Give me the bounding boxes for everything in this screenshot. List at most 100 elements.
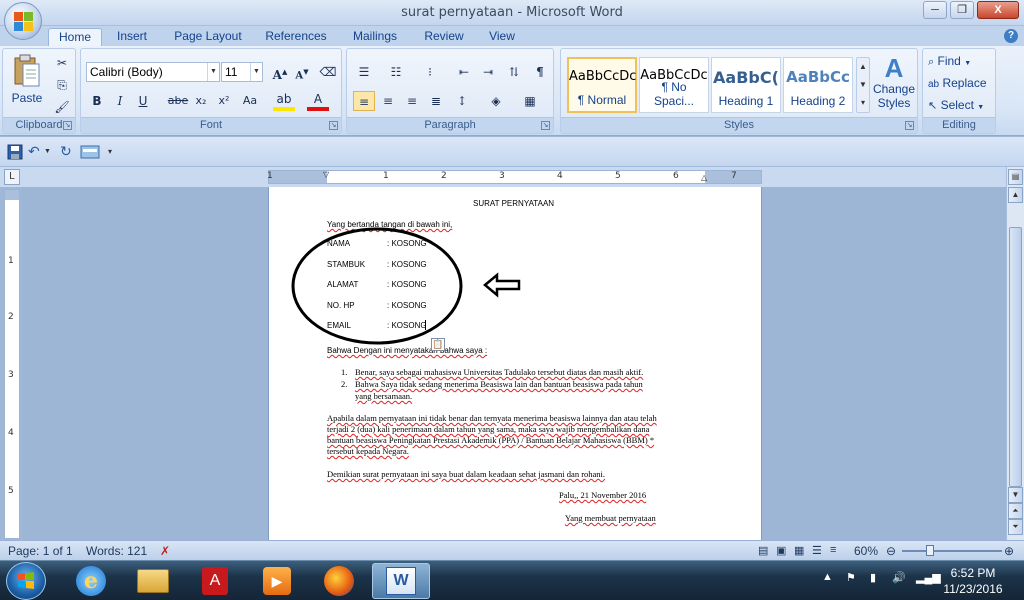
align-center-icon[interactable]: ≡ — [377, 91, 399, 111]
clipboard-launcher-icon[interactable]: ↘ — [63, 121, 72, 130]
grow-font-icon[interactable]: A▲ — [269, 62, 291, 82]
zoom-slider-track[interactable] — [902, 550, 1002, 552]
close-button[interactable]: X — [977, 1, 1019, 19]
action-center-icon[interactable]: ⚑ — [846, 571, 856, 584]
print-preview-icon[interactable] — [80, 143, 100, 161]
cut-icon[interactable]: ✂ — [51, 53, 73, 73]
underline-icon[interactable]: U — [132, 91, 154, 111]
proofing-icon[interactable]: ✗ — [160, 544, 170, 558]
tab-insert[interactable]: Insert — [108, 28, 156, 46]
replace-button[interactable]: ab Replace — [927, 75, 995, 93]
zoom-out-icon[interactable]: ⊖ — [886, 544, 896, 558]
zoom-in-icon[interactable]: ⊕ — [1004, 544, 1014, 558]
zoom-level[interactable]: 60% — [854, 544, 878, 558]
paste-button[interactable]: Paste — [7, 51, 47, 115]
view-ruler-icon[interactable]: ▤ — [1008, 169, 1023, 185]
tab-references[interactable]: References — [260, 28, 332, 46]
styles-launcher-icon[interactable]: ↘ — [905, 121, 914, 130]
styles-scroll[interactable]: ▲ ▼ ▾ — [856, 57, 870, 113]
multilevel-list-icon[interactable]: ⁝ — [419, 62, 441, 82]
clear-formatting-icon[interactable]: ⌫ — [317, 62, 339, 82]
network-icon[interactable]: ▂▄▆ — [916, 571, 941, 584]
taskbar-word[interactable]: W — [372, 563, 430, 599]
numbering-icon[interactable]: ☷ — [385, 62, 407, 82]
show-marks-icon[interactable]: ¶ — [529, 62, 551, 82]
change-case-icon[interactable]: Aa — [239, 91, 261, 111]
font-size-combo[interactable]: 11 ▼ — [221, 62, 263, 82]
zoom-slider-thumb[interactable] — [926, 545, 934, 556]
superscript-icon[interactable]: x² — [213, 91, 235, 111]
right-indent-icon[interactable]: △ — [701, 173, 707, 182]
change-styles-button[interactable]: A Change Styles — [871, 53, 917, 115]
taskbar-acrobat[interactable]: A — [186, 563, 244, 599]
view-full-screen-icon[interactable]: ▣ — [776, 544, 786, 557]
save-icon[interactable] — [6, 143, 24, 161]
align-right-icon[interactable]: ≡ — [401, 91, 423, 111]
taskbar-media[interactable]: ▶ — [248, 563, 306, 599]
horizontal-ruler[interactable]: 1 1 2 3 4 5 6 7 ▽ △ — [267, 170, 762, 184]
view-draft-icon[interactable]: ≡ — [830, 544, 836, 556]
paragraph-launcher-icon[interactable]: ↘ — [541, 121, 550, 130]
tab-review[interactable]: Review — [418, 28, 470, 46]
view-outline-icon[interactable]: ☰ — [812, 544, 822, 557]
align-left-icon[interactable]: ≡ — [353, 91, 375, 111]
tab-view[interactable]: View — [482, 28, 522, 46]
taskbar-ie[interactable]: e — [62, 563, 120, 599]
document-page[interactable]: SURAT PERNYATAAN Yang bertanda tangan di… — [268, 187, 762, 540]
line-spacing-icon[interactable]: ↕ — [451, 91, 473, 111]
view-web-layout-icon[interactable]: ▦ — [794, 544, 804, 557]
scroll-up-icon[interactable]: ▲ — [1008, 187, 1023, 203]
page-count[interactable]: Page: 1 of 1 — [8, 544, 73, 558]
style-no-spacing[interactable]: AaBbCcDc ¶ No Spaci... — [639, 57, 709, 113]
font-color-icon[interactable]: A — [307, 91, 329, 111]
first-line-indent-icon[interactable]: ▽ — [323, 170, 329, 179]
vertical-scrollbar[interactable]: ▤ ▲ ▼ ⏶ ⏷ — [1006, 167, 1024, 540]
tab-home[interactable]: Home — [48, 28, 102, 46]
tab-mailings[interactable]: Mailings — [346, 28, 404, 46]
view-print-layout-icon[interactable]: ▤ — [758, 544, 768, 557]
sort-icon[interactable]: ⇅ — [503, 62, 525, 82]
office-button[interactable] — [4, 2, 42, 40]
volume-icon[interactable]: 🔊 — [892, 571, 906, 584]
increase-indent-icon[interactable]: ⇥ — [477, 62, 499, 82]
justify-icon[interactable]: ≣ — [425, 91, 447, 111]
style-normal[interactable]: AaBbCcDc ¶ Normal — [567, 57, 637, 113]
italic-icon[interactable]: I — [109, 91, 131, 111]
subscript-icon[interactable]: x₂ — [190, 91, 212, 111]
font-name-combo[interactable]: Calibri (Body) ▼ — [86, 62, 220, 82]
decrease-indent-icon[interactable]: ⇤ — [453, 62, 475, 82]
highlight-icon[interactable]: ab — [273, 91, 295, 111]
maximize-button[interactable]: ❐ — [950, 1, 974, 19]
select-button[interactable]: ↖ Select ▼ — [927, 97, 993, 115]
tab-page-layout[interactable]: Page Layout — [168, 28, 248, 46]
previous-page-icon[interactable]: ⏶ — [1008, 503, 1023, 519]
next-page-icon[interactable]: ⏷ — [1008, 519, 1023, 535]
start-button[interactable] — [6, 562, 46, 600]
bold-icon[interactable]: B — [86, 91, 108, 111]
word-count[interactable]: Words: 121 — [86, 544, 147, 558]
find-button[interactable]: ⌕ Find ▼ — [927, 53, 993, 71]
tab-selector-icon[interactable]: L — [4, 169, 20, 185]
style-heading-2[interactable]: AaBbCc Heading 2 — [783, 57, 853, 113]
bullets-icon[interactable]: ☰ — [353, 62, 375, 82]
strikethrough-icon[interactable]: abe — [167, 91, 189, 111]
help-icon[interactable]: ? — [1004, 29, 1018, 43]
power-icon[interactable]: ▮ — [870, 571, 876, 584]
clock[interactable]: 6:52 PM 11/23/2016 — [938, 565, 1008, 597]
font-launcher-icon[interactable]: ↘ — [329, 121, 338, 130]
scrollbar-thumb[interactable] — [1009, 227, 1022, 487]
taskbar-firefox[interactable] — [310, 563, 368, 599]
show-hidden-icons-icon[interactable]: ▲ — [822, 571, 833, 583]
taskbar-explorer[interactable] — [124, 563, 182, 599]
shrink-font-icon[interactable]: A▼ — [291, 62, 313, 82]
format-painter-icon[interactable]: 🖌 — [51, 97, 73, 117]
repeat-icon[interactable]: ↻ — [60, 143, 78, 161]
borders-icon[interactable]: ▦ — [519, 91, 541, 111]
customize-qat-icon[interactable]: ▾ — [108, 147, 126, 165]
document-area[interactable]: SURAT PERNYATAAN Yang bertanda tangan di… — [22, 187, 1006, 540]
copy-icon[interactable]: ⎘ — [51, 75, 73, 95]
shading-icon[interactable]: ◈ — [485, 91, 507, 111]
style-heading-1[interactable]: AaBbC( Heading 1 — [711, 57, 781, 113]
vertical-ruler[interactable]: 1 2 3 4 5 — [4, 189, 20, 539]
minimize-button[interactable]: ─ — [923, 1, 947, 19]
